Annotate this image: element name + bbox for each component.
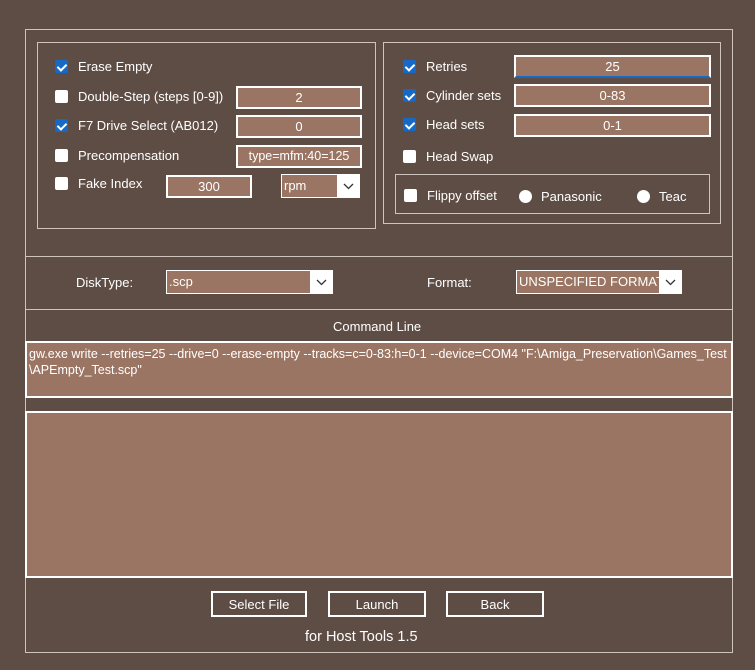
command-line-label: Command Line (333, 319, 422, 334)
fake-index-checkbox[interactable] (55, 177, 68, 190)
head-sets-input[interactable]: 0-1 (514, 114, 711, 137)
erase-empty-checkbox[interactable] (55, 60, 68, 73)
double-step-input[interactable]: 2 (236, 86, 362, 109)
flippy-offset-checkbox[interactable] (404, 189, 417, 202)
f7-drive-select-label: F7 Drive Select (AB012) (78, 118, 219, 133)
format-label: Format: (427, 275, 472, 290)
panasonic-label: Panasonic (541, 189, 602, 204)
teac-radio-option[interactable]: Teac (637, 189, 686, 204)
double-step-checkbox[interactable] (55, 90, 68, 103)
chevron-down-icon (310, 271, 332, 293)
teac-label: Teac (659, 189, 687, 204)
head-sets-option[interactable]: Head sets (403, 117, 485, 132)
output-textbox[interactable] (25, 411, 733, 578)
double-step-label: Double-Step (steps [0-9]) (78, 89, 224, 104)
head-sets-label: Head sets (426, 117, 485, 132)
format-value: UNSPECIFIED FORMAT (519, 274, 659, 289)
drive-select-input[interactable]: 0 (236, 115, 362, 138)
fake-index-input[interactable]: 300 (166, 175, 252, 198)
retries-input[interactable]: 25 (514, 55, 711, 78)
panasonic-radio[interactable] (519, 190, 532, 203)
precompensation-label: Precompensation (78, 148, 180, 163)
select-file-button[interactable]: Select File (211, 591, 307, 617)
fake-index-option[interactable]: Fake Index (55, 176, 142, 191)
f7-drive-select-option[interactable]: F7 Drive Select (AB012) (55, 118, 218, 133)
head-sets-checkbox[interactable] (403, 118, 416, 131)
head-swap-checkbox[interactable] (403, 150, 416, 163)
launch-button[interactable]: Launch (328, 591, 426, 617)
teac-radio[interactable] (637, 190, 650, 203)
cylinder-sets-option[interactable]: Cylinder sets (403, 88, 501, 103)
flippy-offset-option[interactable]: Flippy offset (404, 188, 497, 203)
command-line-textbox[interactable]: gw.exe write --retries=25 --drive=0 --er… (25, 341, 733, 398)
disktype-label: DiskType: (76, 275, 134, 290)
head-swap-option[interactable]: Head Swap (403, 149, 493, 164)
precompensation-option[interactable]: Precompensation (55, 148, 179, 163)
cylinder-sets-input[interactable]: 0-83 (514, 84, 711, 107)
f7-drive-select-checkbox[interactable] (55, 119, 68, 132)
disktype-value: .scp (169, 274, 193, 289)
precompensation-checkbox[interactable] (55, 149, 68, 162)
retries-checkbox[interactable] (403, 60, 416, 73)
head-swap-label: Head Swap (426, 149, 494, 164)
cylinder-sets-checkbox[interactable] (403, 89, 416, 102)
disktype-select[interactable]: .scp (166, 270, 333, 294)
cylinder-sets-label: Cylinder sets (426, 88, 502, 103)
double-step-option[interactable]: Double-Step (steps [0-9]) (55, 89, 223, 104)
fake-index-unit-value: rpm (284, 178, 307, 193)
retries-option[interactable]: Retries (403, 59, 467, 74)
precompensation-input[interactable]: type=mfm:40=125 (236, 145, 362, 168)
erase-empty-option[interactable]: Erase Empty (55, 59, 152, 74)
panasonic-radio-option[interactable]: Panasonic (519, 189, 602, 204)
format-select[interactable]: UNSPECIFIED FORMAT (516, 270, 682, 294)
retries-label: Retries (426, 59, 468, 74)
chevron-down-icon (337, 175, 359, 197)
footer-version-text: for Host Tools 1.5 (305, 629, 418, 645)
erase-empty-label: Erase Empty (78, 59, 153, 74)
back-button[interactable]: Back (446, 591, 544, 617)
fake-index-unit-select[interactable]: rpm (281, 174, 360, 198)
chevron-down-icon (659, 271, 681, 293)
fake-index-label: Fake Index (78, 176, 143, 191)
flippy-offset-label: Flippy offset (427, 188, 497, 203)
